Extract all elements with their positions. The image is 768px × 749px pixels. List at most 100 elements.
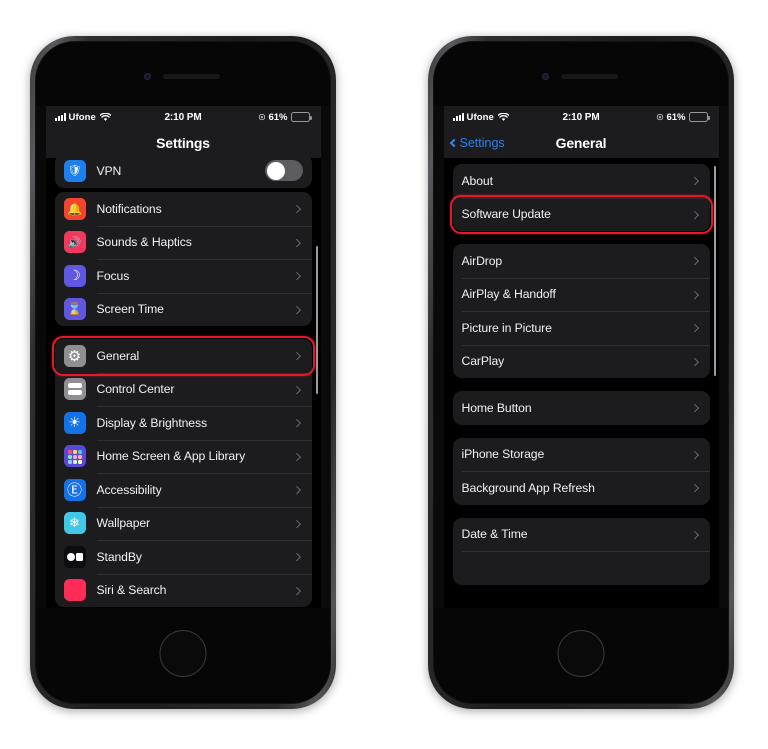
bottom-bezel-left [36,608,330,703]
list-item-airplay-handoff[interactable]: AirPlay & Handoff [453,277,710,312]
list-item-label: Notifications [96,201,162,216]
chevron-right-icon [690,450,699,459]
bottom-bezel-right [434,608,728,703]
chevron-right-icon [292,305,301,314]
home-button[interactable] [557,630,605,677]
list-item-background-app-refresh[interactable]: Background App Refresh [453,471,710,505]
chevron-right-icon [292,552,301,561]
vpn-toggle[interactable] [264,160,303,182]
list-item-accessibility[interactable]: Accessibility [55,473,312,507]
list-item-label: About [461,173,493,188]
chevron-right-icon [690,357,699,366]
battery-icon [290,112,312,122]
page-title-right: General [555,135,607,151]
list-item-notifications[interactable]: Notifications [55,192,312,226]
screenshot-stage: Ufone 2:10 PM ☉ 61% Settings 🛡 VPN 🔔 Not… [0,0,768,749]
chevron-right-icon [292,271,301,280]
list-item-label: Focus [96,268,130,283]
settings-group-2: Home Button [452,391,710,425]
accessibility-icon [63,478,86,501]
list-item-software-update[interactable]: Software Update [453,197,710,232]
status-right-group: ☉ 61% [258,112,312,123]
chevron-right-icon [292,586,301,595]
chevron-right-icon [690,290,699,299]
back-button[interactable]: Settings [449,136,505,150]
top-bezel-left [36,42,330,106]
list-item-label: Home Button [461,400,532,415]
list-item-display-brightness[interactable]: Display & Brightness [55,406,312,440]
iphone-device-right: Ufone 2:10 PM ☉ 61% Settings General Abo… [428,36,734,709]
chevron-right-icon [690,256,699,265]
list-item-label: StandBy [96,549,142,564]
settings-group-0: About Software Update [452,164,710,232]
chevron-right-icon [292,351,301,360]
list-item-airdrop[interactable]: AirDrop [453,244,710,278]
chevron-right-icon [292,238,301,247]
settings-list-left[interactable]: Notifications Sounds & Haptics Focus Screen… [46,168,321,608]
home-button[interactable] [159,630,207,677]
list-item-blank[interactable] [453,551,710,585]
gear-icon [63,344,86,367]
list-item-label: General [96,348,140,363]
chevron-right-icon [690,210,699,219]
chevron-right-icon [292,204,301,213]
iphone-device-left: Ufone 2:10 PM ☉ 61% Settings 🛡 VPN 🔔 Not… [30,36,336,709]
list-item-label: Display & Brightness [96,415,208,430]
back-button-label: Settings [459,136,505,150]
battery-percent: 61% [666,111,686,123]
status-left-group: Ufone [54,112,111,123]
list-item-label: CarPlay [461,354,505,369]
settings-group-0: Notifications Sounds & Haptics Focus Screen… [54,192,312,327]
carrier-name: Ufone [466,111,494,123]
front-camera-icon [144,73,151,80]
list-item-standby[interactable]: StandBy [55,540,312,574]
list-item-label: AirPlay & Handoff [461,287,556,302]
general-list-right[interactable]: About Software Update AirDrop AirPlay & Han… [444,158,719,608]
screen-right: Ufone 2:10 PM ☉ 61% Settings General Abo… [443,106,719,608]
list-item-wallpaper[interactable]: Wallpaper [55,506,312,541]
list-item-control-center[interactable]: Control Center [55,372,312,407]
page-title-left: Settings [156,135,210,151]
list-item-sounds-haptics[interactable]: Sounds & Haptics [55,225,312,260]
hourglass-icon [63,298,86,321]
status-bar-right: Ufone 2:10 PM ☉ 61% [443,106,719,128]
settings-group-3: iPhone Storage Background App Refresh [452,437,710,505]
list-item-label: Date & Time [461,527,528,542]
cellular-bars-icon [54,113,66,121]
status-left-group: Ufone [452,111,509,123]
list-item-date-time[interactable]: Date & Time [453,518,710,552]
list-item-iphone-storage[interactable]: iPhone Storage [453,438,710,472]
standby-icon [63,545,86,568]
list-item-general[interactable]: General [55,339,312,373]
list-item-siri-search[interactable]: Siri & Search [55,573,312,608]
list-item-label: iPhone Storage [461,447,545,462]
list-item-focus[interactable]: Focus [55,259,312,293]
scrollbar-left[interactable] [315,246,318,394]
scrollbar-right[interactable] [713,166,716,376]
nav-bar-right: Settings General [443,128,719,158]
list-item-picture-in-picture[interactable]: Picture in Picture [453,311,710,345]
earpiece-speaker-icon [561,74,618,79]
list-item-home-screen-app-library[interactable]: Home Screen & App Library [55,439,312,474]
nav-bar-left: Settings [45,128,321,158]
app-grid-icon [63,445,86,468]
status-bar-left: Ufone 2:10 PM ☉ 61% [45,106,321,128]
list-item-label: AirDrop [461,253,503,268]
list-item-screen-time[interactable]: Screen Time [55,292,312,327]
list-item-vpn[interactable]: VPN [55,154,312,188]
wifi-icon [99,112,111,121]
top-bezel-right [434,42,728,106]
status-right-group: ☉ 61% [656,111,710,123]
vpn-group: VPN [54,154,312,188]
bell-icon [63,197,86,220]
chevron-right-icon [292,485,301,494]
list-item-about[interactable]: About [453,164,710,198]
list-item-home-button[interactable]: Home Button [453,391,710,425]
battery-icon [688,112,710,122]
chevron-right-icon [292,385,301,394]
list-item-carplay[interactable]: CarPlay [453,344,710,379]
screen-left: Ufone 2:10 PM ☉ 61% Settings 🛡 VPN 🔔 Not… [45,106,321,608]
list-item-label: Picture in Picture [461,320,552,335]
chevron-right-icon [292,519,301,528]
settings-group-1: General Control Center Display & Brightnes… [54,339,312,608]
